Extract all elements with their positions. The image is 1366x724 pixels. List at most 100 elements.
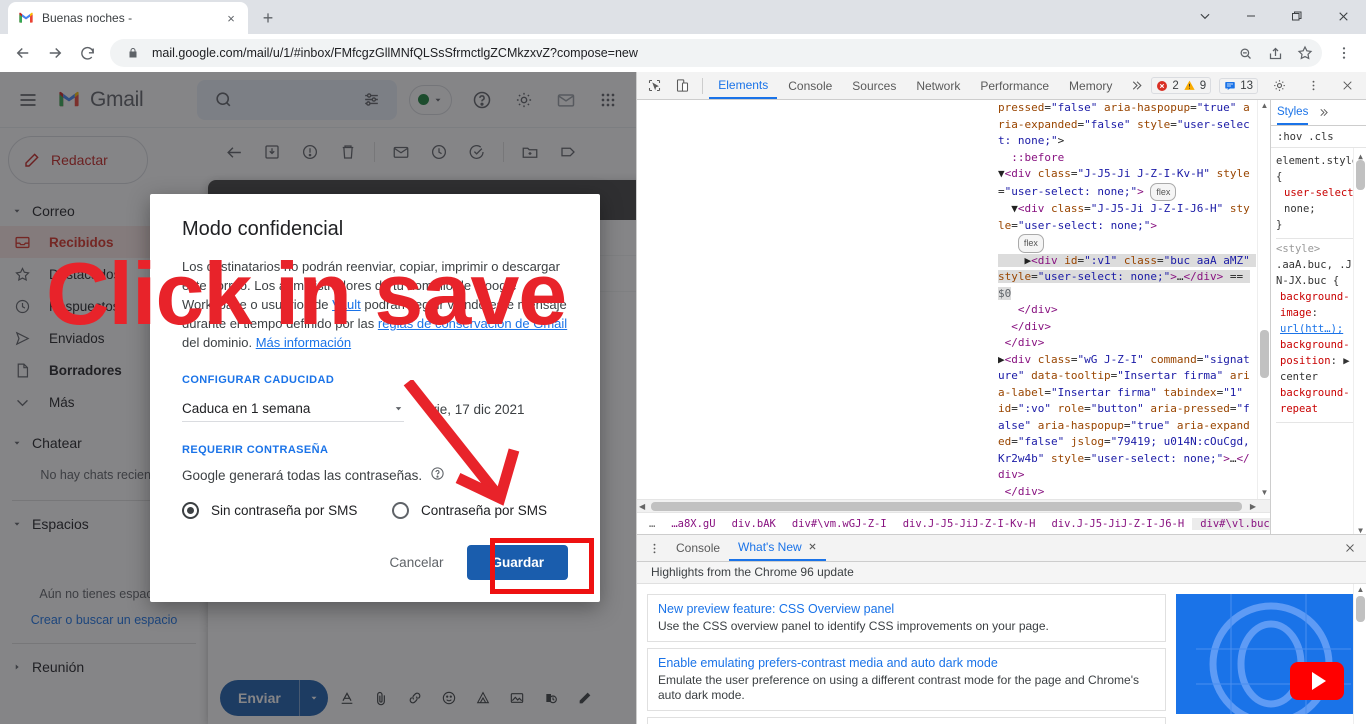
radio-no-sms[interactable]: Sin contraseña por SMS: [182, 502, 392, 519]
forward-arrow-icon[interactable]: [40, 38, 70, 68]
save-button[interactable]: Guardar: [467, 545, 568, 580]
expiry-select-value: Caduca en 1 semana: [182, 401, 311, 416]
gmail-icon: [18, 10, 34, 26]
chevron-double-right-icon[interactable]: [1314, 100, 1332, 126]
youtube-play-icon[interactable]: [1290, 662, 1344, 700]
scroll-left-icon[interactable]: ◀: [639, 502, 645, 511]
scroll-up-icon[interactable]: ▲: [1356, 585, 1365, 595]
breadcrumb: … …a8X.gU div.bAK div#\vm.wGJ-Z-I div.J-…: [637, 512, 1270, 534]
whats-new-video-thumbnail[interactable]: [1176, 593, 1356, 714]
devtools-panel: Elements Console Sources Network Perform…: [636, 72, 1366, 724]
zoom-out-icon[interactable]: [1234, 42, 1256, 64]
style-rule-element[interactable]: element.style { user-select: none; }: [1276, 151, 1361, 239]
card-title[interactable]: Enable emulating prefers-contrast media …: [658, 656, 1155, 670]
scroll-down-icon[interactable]: ▼: [1260, 488, 1269, 498]
breadcrumb-item-selected[interactable]: div#\vl.buc.aaA.aMZ: [1192, 517, 1270, 530]
whats-new-card-list: New preview feature: CSS Overview panel …: [647, 593, 1166, 724]
scrollbar-thumb[interactable]: [1356, 595, 1365, 622]
devtools-tabbar: Elements Console Sources Network Perform…: [637, 72, 1366, 100]
tab-styles[interactable]: Styles: [1277, 100, 1309, 125]
whats-new-card[interactable]: New Payload tab in the Network panel: [647, 716, 1166, 724]
tab-sources[interactable]: Sources: [843, 72, 905, 99]
back-arrow-icon[interactable]: [8, 38, 38, 68]
dom-tree-scrollbar[interactable]: ▲ ▼: [1257, 100, 1270, 499]
breadcrumb-item[interactable]: div.bAK: [724, 518, 784, 530]
style-value[interactable]: center: [1280, 371, 1318, 383]
drawer-tab-console[interactable]: Console: [667, 535, 729, 561]
dom-horizontal-scrollbar[interactable]: ◀ ▶: [637, 499, 1270, 512]
cancel-button[interactable]: Cancelar: [379, 547, 453, 578]
card-title[interactable]: New preview feature: CSS Overview panel: [658, 602, 1155, 616]
restore-icon[interactable]: [1274, 0, 1320, 32]
styles-scrollbar[interactable]: ▲ ▼: [1353, 148, 1366, 534]
scroll-up-icon[interactable]: ▲: [1356, 149, 1365, 161]
scroll-right-icon[interactable]: ▶: [1250, 502, 1256, 511]
address-bar[interactable]: mail.google.com/mail/u/1/#inbox/FMfcgzGl…: [110, 39, 1322, 67]
styles-sidebar: Styles :hov .cls element.style { user-se…: [1270, 100, 1366, 534]
share-icon[interactable]: [1264, 42, 1286, 64]
settings-gear-icon[interactable]: [1266, 73, 1292, 99]
kebab-menu-icon[interactable]: [1300, 73, 1326, 99]
style-value-url[interactable]: url(htt…);: [1280, 323, 1343, 335]
inspect-element-icon[interactable]: [641, 73, 667, 99]
reload-icon[interactable]: [72, 38, 102, 68]
new-tab-button[interactable]: +: [254, 4, 282, 32]
bookmark-star-icon[interactable]: [1294, 42, 1316, 64]
style-rule-aaA-buc[interactable]: <style> .aaA.buc, .J-N-JX.buc { backgrou…: [1276, 239, 1361, 423]
scrollbar-thumb[interactable]: [1356, 160, 1365, 190]
chevron-down-icon[interactable]: [1182, 0, 1228, 32]
breadcrumb-overflow-left[interactable]: …: [641, 518, 663, 530]
radio-no-sms-label: Sin contraseña por SMS: [211, 503, 358, 518]
whats-new-card[interactable]: New preview feature: CSS Overview panel …: [647, 593, 1166, 642]
whats-new-scrollbar[interactable]: ▲: [1353, 583, 1366, 724]
minimize-icon[interactable]: [1228, 0, 1274, 32]
scroll-up-icon[interactable]: ▲: [1260, 101, 1269, 111]
close-icon[interactable]: [808, 540, 817, 554]
scrollbar-thumb[interactable]: [1260, 330, 1269, 378]
breadcrumb-item[interactable]: div.J-J5-JiJ-Z-I-J6-H: [1043, 518, 1192, 530]
style-source[interactable]: <style>: [1276, 243, 1320, 255]
close-drawer-icon[interactable]: [1338, 536, 1362, 560]
tab-performance[interactable]: Performance: [971, 72, 1058, 99]
messages-badge[interactable]: 13: [1219, 77, 1258, 94]
error-warning-badges[interactable]: 2 9: [1151, 77, 1212, 94]
error-icon: [1157, 80, 1168, 91]
close-icon[interactable]: [1320, 0, 1366, 32]
message-icon: [1225, 81, 1235, 90]
window-controls: [1182, 0, 1366, 32]
dialog-actions: Cancelar Guardar: [379, 545, 568, 580]
breadcrumb-item[interactable]: div.J-J5-JiJ-Z-I-Kv-H: [895, 518, 1044, 530]
breadcrumb-item[interactable]: …a8X.gU: [663, 518, 723, 530]
tab-memory[interactable]: Memory: [1060, 72, 1121, 99]
tab-console[interactable]: Console: [779, 72, 841, 99]
style-property[interactable]: user-select: [1284, 187, 1354, 199]
scrollbar-thumb[interactable]: [651, 501, 1242, 511]
cls-toggle[interactable]: .cls: [1308, 131, 1333, 143]
browser-tab-title: Buenas noches -: [42, 11, 133, 25]
red-arrow-annotation: [403, 380, 520, 506]
chevron-double-right-icon[interactable]: [1123, 73, 1149, 99]
device-toolbar-icon[interactable]: [669, 73, 695, 99]
warning-icon: [1184, 80, 1195, 90]
style-value[interactable]: none;: [1284, 203, 1316, 215]
expiry-select[interactable]: Caduca en 1 semana: [182, 396, 404, 422]
browser-menu-icon[interactable]: [1330, 39, 1358, 67]
styles-rules[interactable]: element.style { user-select: none; } <st…: [1271, 148, 1366, 534]
drawer-tab-whats-new[interactable]: What's New: [729, 535, 826, 561]
whats-new-body: New preview feature: CSS Overview panel …: [637, 583, 1366, 724]
breadcrumb-item[interactable]: div#\vm.wGJ-Z-I: [784, 518, 895, 530]
browser-tab[interactable]: Buenas noches - ×: [8, 2, 248, 34]
scroll-down-icon[interactable]: ▼: [1356, 523, 1365, 534]
tab-network[interactable]: Network: [907, 72, 969, 99]
close-icon[interactable]: [1334, 73, 1360, 99]
kebab-menu-icon[interactable]: [641, 535, 667, 561]
dom-tree[interactable]: pressed="false" aria-haspopup="true" ari…: [637, 100, 1270, 499]
hov-toggle[interactable]: :hov: [1277, 131, 1302, 143]
close-icon[interactable]: ×: [222, 9, 240, 27]
style-selector: .aaA.buc, .J-N-JX.buc {: [1276, 259, 1359, 287]
style-property[interactable]: background-repeat: [1280, 387, 1350, 415]
dom-tree-code[interactable]: pressed="false" aria-haspopup="true" ari…: [998, 100, 1257, 499]
drawer-tab-label: What's New: [738, 540, 802, 554]
tab-elements[interactable]: Elements: [709, 72, 778, 99]
whats-new-card[interactable]: Enable emulating prefers-contrast media …: [647, 647, 1166, 711]
